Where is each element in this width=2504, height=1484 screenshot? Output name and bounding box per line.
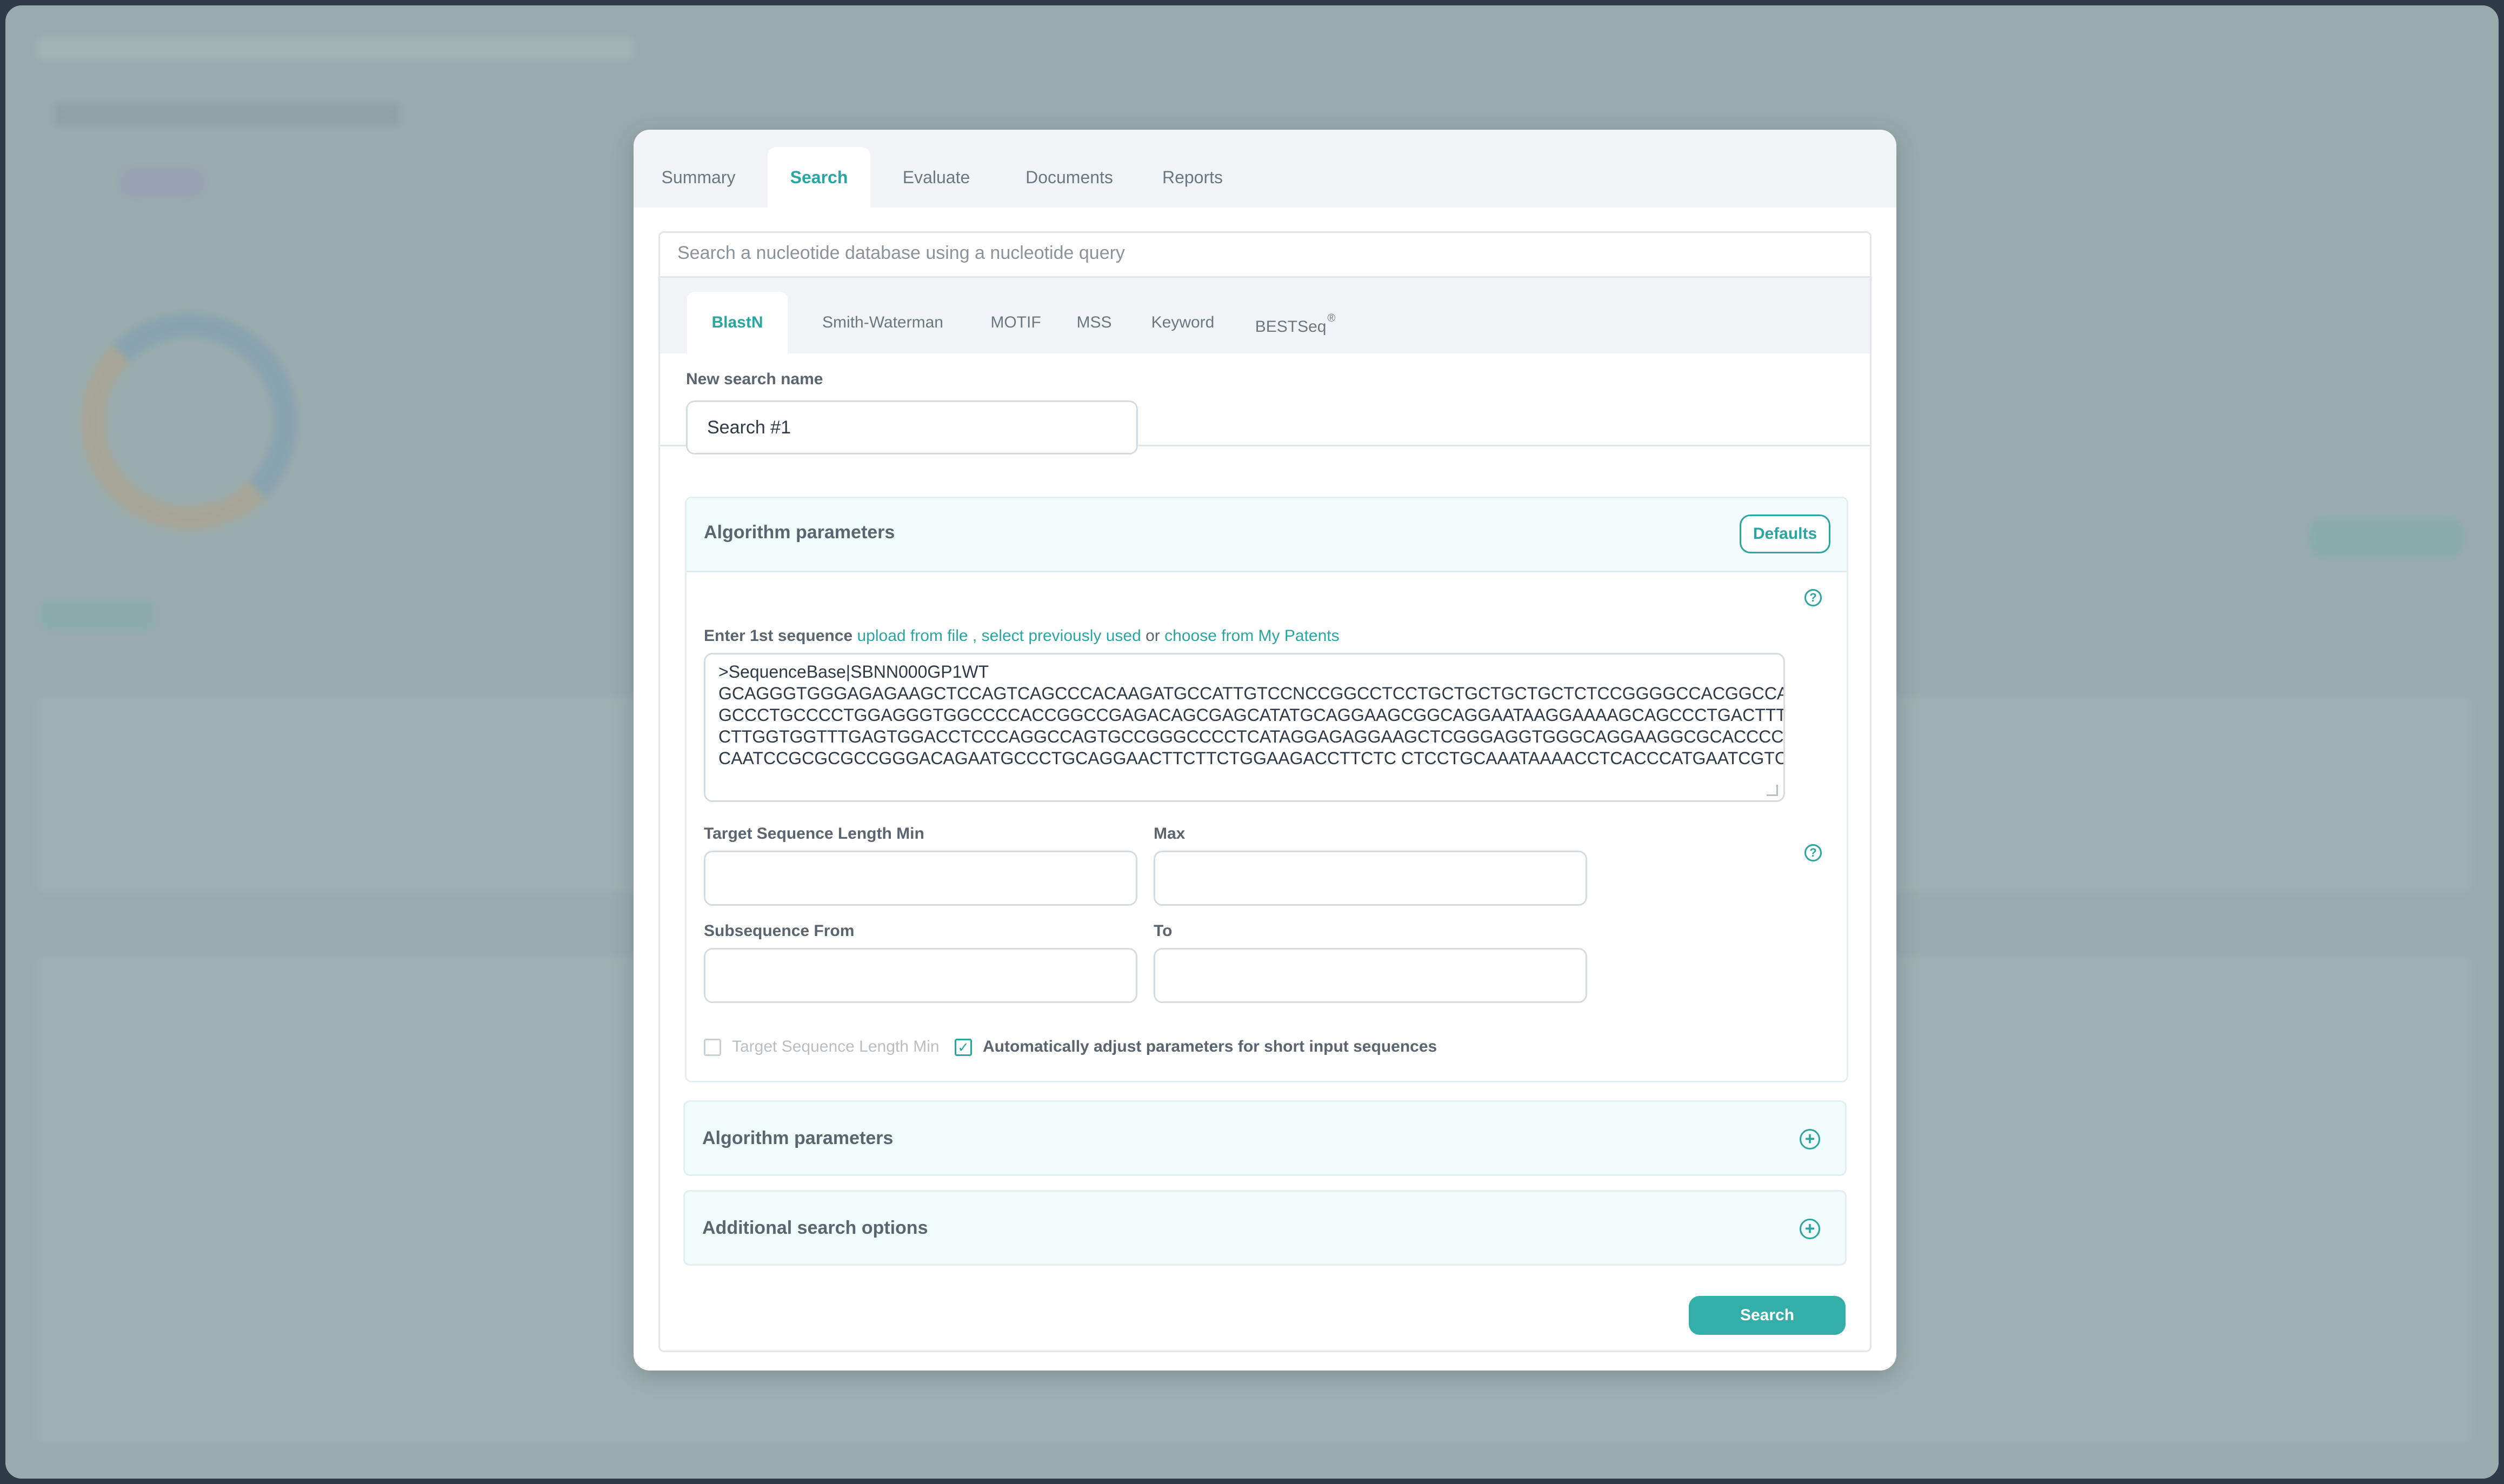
or-text: or [1146, 627, 1160, 645]
target-min-checkbox-label: Target Sequence Length Min [732, 1038, 940, 1055]
modal-tab-bar: Summary Search Evaluate Documents Report… [634, 130, 1896, 208]
select-previously-used-link[interactable]: select previously used [982, 627, 1141, 645]
subtab-motif[interactable]: MOTIF [978, 292, 1054, 353]
max-label: Max [1154, 825, 1186, 843]
subtab-keyword[interactable]: Keyword [1137, 292, 1229, 353]
target-min-label: Target Sequence Length Min [704, 825, 924, 843]
auto-adjust-checkbox[interactable]: ✓ [955, 1039, 972, 1056]
sequence-line: >SequenceBase|SBNN000GP1WT [718, 662, 989, 681]
upload-from-file-link[interactable]: upload from file [857, 627, 968, 645]
to-label: To [1154, 922, 1173, 940]
subtab-blastn[interactable]: BlastN [687, 292, 788, 353]
sequence-label: Enter 1st sequence [704, 627, 853, 645]
tab-search[interactable]: Search [768, 147, 870, 208]
expand-plus-icon[interactable]: + [1800, 1219, 1820, 1239]
algorithm-tab-bar: BlastN Smith-Waterman MOTIF MSS Keyword … [660, 276, 1870, 353]
search-panel: Search a nucleotide database using a nuc… [658, 231, 1872, 1352]
link-separator: , [972, 627, 977, 645]
search-button[interactable]: Search [1689, 1296, 1846, 1335]
target-min-checkbox[interactable] [704, 1039, 721, 1056]
tab-summary[interactable]: Summary [644, 147, 752, 208]
help-icon[interactable]: ? [1804, 589, 1822, 606]
defaults-button[interactable]: Defaults [1740, 514, 1830, 553]
search-name-input[interactable] [686, 400, 1138, 454]
subsequence-from-input[interactable] [704, 948, 1137, 1003]
subtab-smith-waterman[interactable]: Smith-Waterman [802, 292, 964, 353]
subtab-bestseq-label: BESTSeq [1255, 318, 1327, 336]
sequence-line: CTTGGTGGTTTGAGTGGACCTCCCAGGCCAGTGCCGGGCC… [718, 727, 1785, 746]
section-additional-search-options[interactable]: Additional search options + [683, 1190, 1847, 1266]
choose-from-my-patents-link[interactable]: choose from My Patents [1164, 627, 1339, 645]
section-algorithm-parameters[interactable]: Algorithm parameters + [683, 1100, 1847, 1176]
subtab-mss[interactable]: MSS [1064, 292, 1124, 353]
panel-title: Search a nucleotide database using a nuc… [677, 243, 1125, 263]
subsequence-from-label: Subsequence From [704, 922, 855, 940]
subtab-bestseq[interactable]: BESTSeq ® [1244, 292, 1347, 353]
search-name-section: New search name [660, 353, 1870, 454]
algorithm-parameters-header: Algorithm parameters Defaults [687, 498, 1847, 572]
section-title: Algorithm parameters [702, 1128, 894, 1148]
section-title: Additional search options [702, 1218, 928, 1238]
sequence-line: GCCCTGCCCCTGGAGGGTGGCCCCACCGGCCGAGACAGCG… [718, 705, 1785, 725]
sequence-line: CAATCCGCGCGCCGGGACAGAATGCCCTGCAGGAACTTCT… [718, 748, 1785, 768]
registered-mark: ® [1327, 312, 1336, 324]
max-input[interactable] [1154, 851, 1587, 906]
resize-handle[interactable] [1767, 785, 1778, 796]
algorithm-parameters-section: Algorithm parameters Defaults ? Enter 1s… [685, 497, 1848, 1082]
algorithm-parameters-title: Algorithm parameters [704, 522, 895, 543]
tab-reports[interactable]: Reports [1144, 147, 1241, 208]
sequence-label-row: Enter 1st sequence upload from file , se… [704, 627, 1340, 645]
target-min-input[interactable] [704, 851, 1137, 906]
expand-plus-icon[interactable]: + [1800, 1129, 1820, 1149]
help-icon[interactable]: ? [1804, 844, 1822, 861]
search-name-label: New search name [686, 370, 823, 388]
tab-documents[interactable]: Documents [1004, 147, 1134, 208]
tab-evaluate[interactable]: Evaluate [882, 147, 990, 208]
sequence-textarea[interactable]: >SequenceBase|SBNN000GP1WT GCAGGGTGGGAGAG… [704, 653, 1785, 802]
search-modal: Summary Search Evaluate Documents Report… [634, 130, 1896, 1371]
to-input[interactable] [1154, 948, 1587, 1003]
sequence-line: GCAGGGTGGGAGAGAAGCTCCAGTCAGCCCACAAGATGCC… [718, 684, 1785, 703]
auto-adjust-checkbox-label: Automatically adjust parameters for shor… [983, 1038, 1437, 1055]
